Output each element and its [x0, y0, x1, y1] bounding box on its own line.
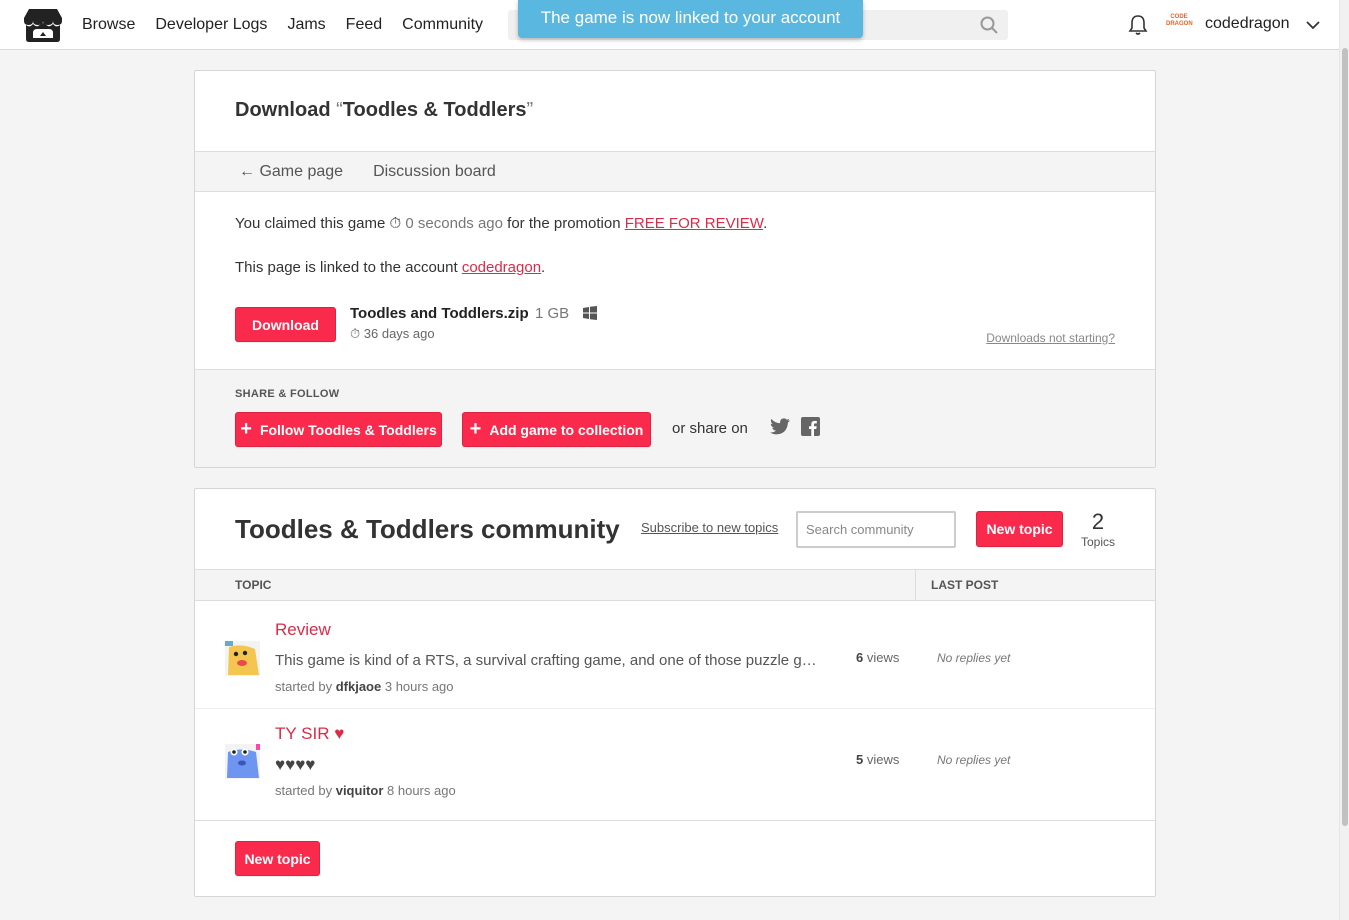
user-avatar-icon[interactable] [225, 744, 260, 779]
follow-button[interactable]: + Follow Toodles & Toddlers [235, 412, 442, 447]
views-count: 6 [856, 650, 864, 665]
column-topic: TOPIC [235, 578, 272, 592]
linked-account-link[interactable]: codedragon [462, 259, 541, 276]
topic-title-link[interactable]: TY SIR ♥ [275, 724, 344, 744]
promotion-link[interactable]: FREE FOR REVIEW [625, 215, 763, 232]
views-label: views [866, 650, 900, 665]
top-navigation-bar: Browse Developer Logs Jams Feed Communit… [0, 0, 1339, 50]
linked-suffix: . [541, 259, 546, 276]
game-page-label: Game page [259, 162, 344, 180]
file-date-label: 36 days ago [363, 326, 435, 341]
downloads-not-starting-link[interactable]: Downloads not starting? [986, 331, 1115, 345]
title-game-name: Toodles & Toddlers [342, 99, 527, 121]
topic-byline: started by viquitor 8 hours ago [275, 783, 456, 798]
topic-count: 2 Topics [1075, 509, 1121, 549]
topic-excerpt: This game is kind of a RTS, a survival c… [275, 652, 825, 669]
topic-last-post: No replies yet [937, 753, 1011, 767]
username-label[interactable]: codedragon [1205, 15, 1290, 33]
plus-icon: + [240, 417, 252, 440]
nav-community[interactable]: Community [402, 16, 483, 34]
started-by-label: started by [275, 679, 333, 694]
claim-text: You claimed this game ⏱ 0 seconds ago fo… [235, 215, 767, 232]
stopwatch-icon: ⏱ [350, 326, 364, 341]
claim-prefix: You claimed this game [235, 215, 386, 232]
scrollbar-thumb[interactable] [1342, 48, 1348, 826]
chevron-down-icon[interactable] [1305, 17, 1321, 33]
title-prefix: Download [235, 99, 337, 121]
claim-suffix: . [763, 215, 768, 232]
topic-author[interactable]: dfkjaoe [336, 679, 382, 694]
stopwatch-icon: ⏱ [389, 215, 402, 232]
topic-title-link[interactable]: Review [275, 620, 331, 640]
user-avatar-icon[interactable] [225, 641, 260, 676]
add-to-collection-button[interactable]: + Add game to collection [462, 412, 651, 447]
topic-last-post: No replies yet [937, 651, 1011, 665]
main-nav: Browse Developer Logs Jams Feed Communit… [82, 0, 483, 50]
column-last-post: LAST POST [931, 578, 999, 592]
started-by-label: started by [275, 783, 333, 798]
file-size: 1 GB [535, 305, 570, 322]
quote-open: “ [336, 99, 343, 121]
nav-jams[interactable]: Jams [287, 16, 325, 34]
plus-icon: + [469, 417, 482, 440]
topic-views: 6 views [856, 650, 899, 665]
topic-row: Review This game is kind of a RTS, a sur… [195, 601, 1155, 709]
download-panel: Download “Toodles & Toddlers” ← Game pag… [194, 70, 1156, 468]
topic-byline: started by dfkjaoe 3 hours ago [275, 679, 454, 694]
file-date: ⏱ 36 days ago [350, 326, 435, 342]
share-follow-label: SHARE & FOLLOW [235, 388, 340, 400]
new-topic-button[interactable]: New topic [976, 511, 1063, 547]
linked-toast: The game is now linked to your account [518, 0, 863, 38]
itch-logo-icon[interactable] [23, 7, 63, 43]
bell-icon[interactable] [1128, 14, 1148, 36]
community-panel: Toodles & Toddlers community Subscribe t… [194, 488, 1156, 897]
topic-table-header: TOPIC LAST POST [195, 569, 1155, 601]
nav-feed[interactable]: Feed [346, 16, 382, 34]
topic-views: 5 views [856, 752, 899, 767]
topic-author[interactable]: viquitor [336, 783, 384, 798]
column-divider [915, 570, 916, 600]
twitter-icon[interactable] [770, 418, 790, 436]
game-page-link[interactable]: ← Game page [239, 163, 343, 181]
share-follow-section: SHARE & FOLLOW + Follow Toodles & Toddler… [195, 369, 1155, 467]
linked-prefix: This page is linked to the account [235, 259, 458, 276]
page-scrollbar[interactable] [1339, 0, 1349, 920]
linked-account-text: This page is linked to the account coded… [235, 259, 545, 276]
topic-count-label: Topics [1080, 535, 1115, 549]
facebook-icon[interactable] [801, 417, 820, 436]
windows-icon [583, 306, 597, 320]
download-button[interactable]: Download [235, 307, 336, 342]
subscribe-link[interactable]: Subscribe to new topics [641, 520, 778, 535]
topic-ago: 8 hours ago [387, 783, 456, 798]
community-title: Toodles & Toddlers community [235, 514, 620, 544]
game-subnav: ← Game page Discussion board [195, 151, 1155, 192]
follow-label: Follow Toodles & Toddlers [259, 421, 437, 438]
arrow-left-icon: ← [239, 162, 260, 180]
quote-close: ” [526, 99, 534, 121]
claim-ago: 0 seconds ago [405, 215, 503, 232]
collection-label: Add game to collection [489, 421, 644, 438]
topic-excerpt: ♥♥♥♥ [275, 755, 316, 774]
file-name: Toodles and Toddlers.zip [350, 305, 529, 322]
topic-count-number: 2 [1091, 509, 1105, 534]
claim-middle: for the promotion [507, 215, 621, 232]
user-avatar[interactable]: CODE DRAGON [1166, 14, 1193, 36]
nav-browse[interactable]: Browse [82, 16, 135, 34]
page-title: Download “Toodles & Toddlers” [235, 99, 533, 122]
topic-ago: 3 hours ago [384, 679, 454, 694]
search-icon[interactable] [980, 16, 998, 34]
community-search-input[interactable] [796, 511, 956, 548]
views-label: views [866, 752, 900, 767]
share-on-label: or share on [672, 420, 748, 437]
discussion-board-link[interactable]: Discussion board [373, 163, 496, 181]
nav-developer-logs[interactable]: Developer Logs [155, 16, 267, 34]
views-count: 5 [856, 752, 864, 767]
topic-row: TY SIR ♥ ♥♥♥♥ started by viquitor 8 hour… [195, 709, 1155, 821]
new-topic-bottom-button[interactable]: New topic [235, 841, 320, 876]
